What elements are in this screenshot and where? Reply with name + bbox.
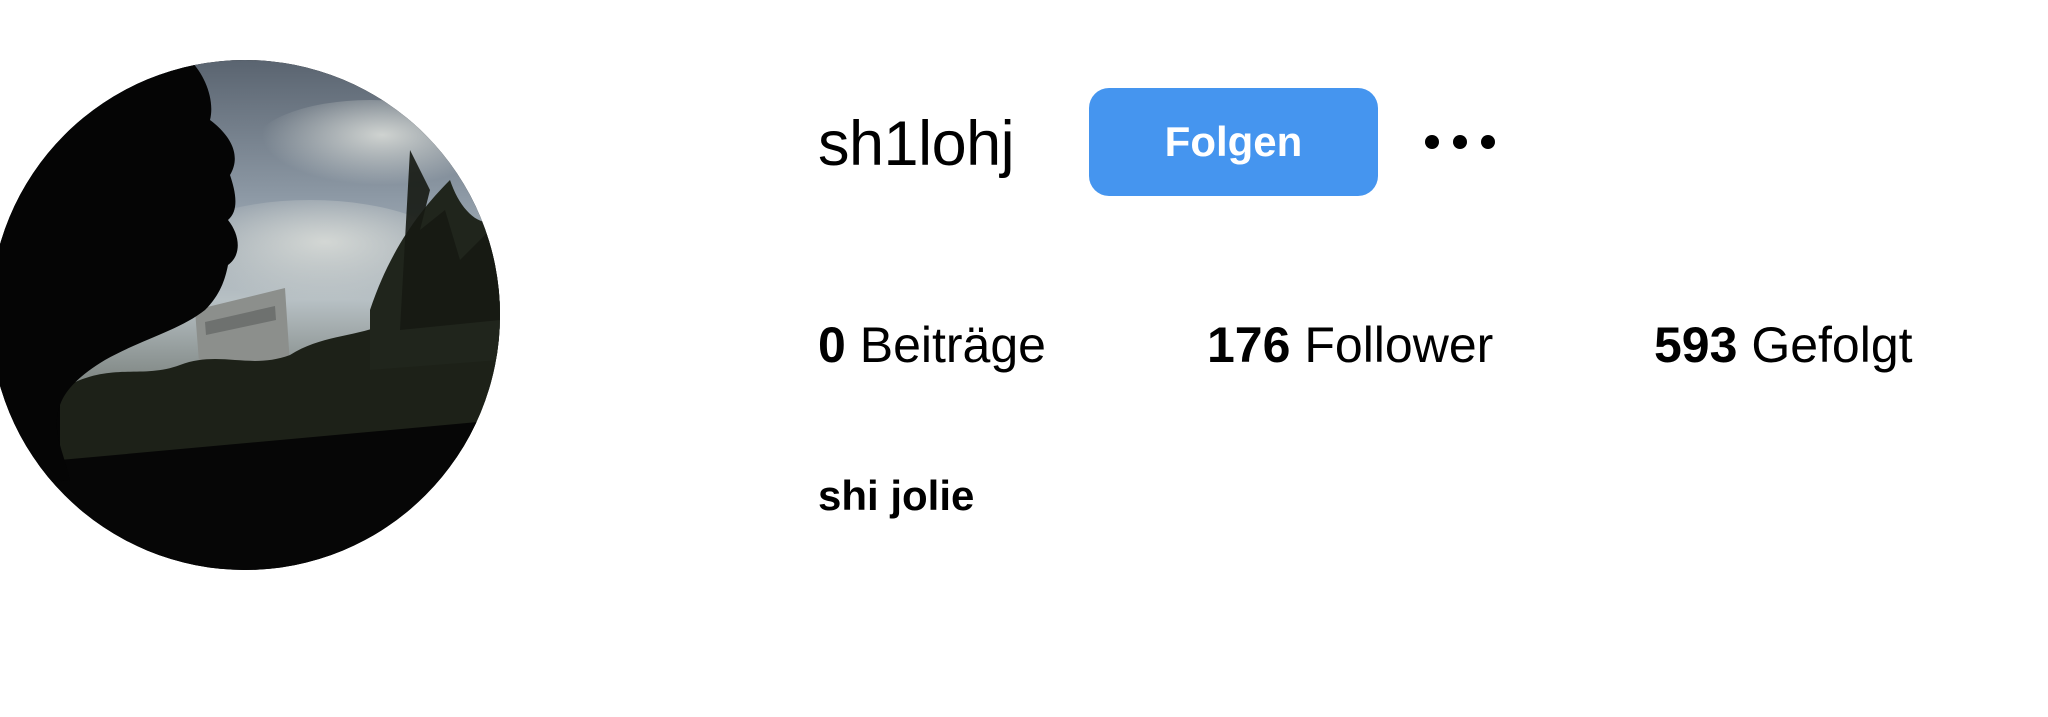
avatar-photo bbox=[0, 60, 500, 570]
profile-avatar[interactable] bbox=[0, 60, 500, 570]
posts-count: 0 bbox=[818, 317, 846, 373]
dot-icon bbox=[1425, 135, 1439, 149]
posts-stat: 0 Beiträge bbox=[818, 313, 1046, 377]
followers-label: Follower bbox=[1304, 317, 1494, 373]
more-options-icon[interactable] bbox=[1418, 118, 1502, 166]
dot-icon bbox=[1453, 135, 1467, 149]
followers-link[interactable]: 176 Follower bbox=[1207, 313, 1493, 377]
profile-full-name: shi jolie bbox=[818, 472, 975, 519]
dot-icon bbox=[1481, 135, 1495, 149]
following-count: 593 bbox=[1654, 317, 1738, 373]
following-label: Gefolgt bbox=[1751, 317, 1913, 373]
posts-label: Beiträge bbox=[859, 317, 1046, 373]
following-link[interactable]: 593 Gefolgt bbox=[1654, 313, 1913, 377]
follow-button[interactable]: Folgen bbox=[1089, 88, 1378, 196]
followers-count: 176 bbox=[1207, 317, 1291, 373]
profile-username: sh1lohj bbox=[818, 109, 1015, 179]
